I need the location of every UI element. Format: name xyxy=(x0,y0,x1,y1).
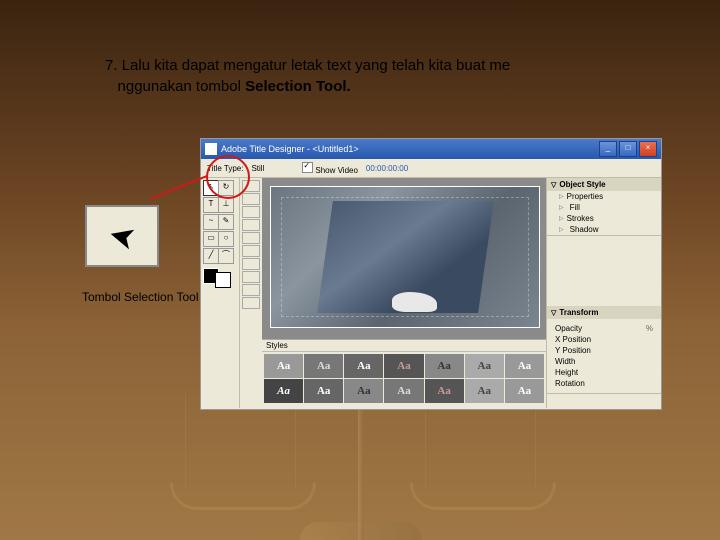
minimize-button[interactable]: _ xyxy=(599,141,617,157)
style-swatch[interactable]: Aa xyxy=(465,379,504,403)
selection-tool-callout: ➤ xyxy=(85,205,159,267)
timecode: 00:00:00:00 xyxy=(366,164,408,173)
font-btn[interactable] xyxy=(242,271,260,283)
rotation-label: Rotation xyxy=(555,379,585,388)
font-controls xyxy=(240,178,262,408)
font-btn[interactable] xyxy=(242,245,260,257)
callout-caption: Tombol Selection Tool xyxy=(82,290,199,304)
font-btn[interactable] xyxy=(242,258,260,270)
type-tool[interactable]: T xyxy=(203,197,219,213)
top-toolbar: Title Type: Still Show Video 00:00:00:00 xyxy=(201,159,661,178)
font-btn[interactable] xyxy=(242,219,260,231)
ypos-label: Y Position xyxy=(555,346,591,355)
style-swatch[interactable]: Aa xyxy=(264,379,303,403)
color-swatches[interactable] xyxy=(203,268,231,288)
style-swatch[interactable]: Aa xyxy=(465,354,504,378)
font-btn[interactable] xyxy=(242,297,260,309)
style-swatch[interactable]: Aa xyxy=(505,354,544,378)
style-swatch[interactable]: Aa xyxy=(425,354,464,378)
title-type-value[interactable]: Still xyxy=(251,164,264,173)
app-icon xyxy=(205,143,217,155)
styles-header: Styles xyxy=(262,340,546,352)
object-style-header[interactable]: Object Style xyxy=(547,178,661,191)
opacity-value[interactable]: % xyxy=(646,324,653,333)
styles-panel: Styles Aa Aa Aa Aa Aa Aa Aa Aa Aa Aa Aa … xyxy=(262,339,546,408)
transform-header[interactable]: Transform xyxy=(547,306,661,319)
style-swatch[interactable]: Aa xyxy=(384,354,423,378)
maximize-button[interactable]: □ xyxy=(619,141,637,157)
height-label: Height xyxy=(555,368,578,377)
path-type-tool[interactable]: ~ xyxy=(203,214,219,230)
shadow-row[interactable]: Shadow xyxy=(547,224,661,235)
fill-row[interactable]: Fill xyxy=(547,202,661,213)
ellipse-tool[interactable]: ○ xyxy=(218,231,234,247)
show-video-label: Show Video xyxy=(315,166,358,175)
xpos-label: X Position xyxy=(555,335,591,344)
style-swatch[interactable]: Aa xyxy=(344,354,383,378)
callout-circle xyxy=(206,155,250,199)
show-video-checkbox[interactable] xyxy=(302,162,313,173)
style-swatch[interactable]: Aa xyxy=(304,354,343,378)
rect-tool[interactable]: ▭ xyxy=(203,231,219,247)
font-btn[interactable] xyxy=(242,284,260,296)
strokes-row[interactable]: Strokes xyxy=(547,213,661,224)
cursor-icon: ➤ xyxy=(104,214,140,258)
window-title: Adobe Title Designer - <Untitled1> xyxy=(221,144,359,154)
font-btn[interactable] xyxy=(242,206,260,218)
style-swatch[interactable]: Aa xyxy=(344,379,383,403)
canvas-preview[interactable] xyxy=(262,178,546,339)
style-swatch[interactable]: Aa xyxy=(425,379,464,403)
font-btn[interactable] xyxy=(242,232,260,244)
line-tool[interactable]: ╱ xyxy=(203,248,219,264)
style-swatch[interactable]: Aa xyxy=(384,379,423,403)
style-swatch[interactable]: Aa xyxy=(505,379,544,403)
tool-palette: ↖ ↻ T ⊥ ~ ✎ ▭ ○ ╱ ⌒ xyxy=(201,178,240,408)
vtype-tool[interactable]: ⊥ xyxy=(218,197,234,213)
close-button[interactable]: × xyxy=(639,141,657,157)
style-swatch[interactable]: Aa xyxy=(264,354,303,378)
properties-row[interactable]: Properties xyxy=(547,191,661,202)
app-screenshot: Adobe Title Designer - <Untitled1> _ □ ×… xyxy=(200,138,662,410)
opacity-label: Opacity xyxy=(555,324,582,333)
instruction-text: 7. Lalu kita dapat mengatur letak text y… xyxy=(105,55,605,97)
width-label: Width xyxy=(555,357,575,366)
font-btn[interactable] xyxy=(242,193,260,205)
properties-panel: Object Style Properties Fill Strokes Sha… xyxy=(546,178,661,408)
style-swatch[interactable]: Aa xyxy=(304,379,343,403)
titlebar: Adobe Title Designer - <Untitled1> _ □ × xyxy=(201,139,661,159)
pen-tool[interactable]: ✎ xyxy=(218,214,234,230)
arc-tool[interactable]: ⌒ xyxy=(218,248,234,264)
